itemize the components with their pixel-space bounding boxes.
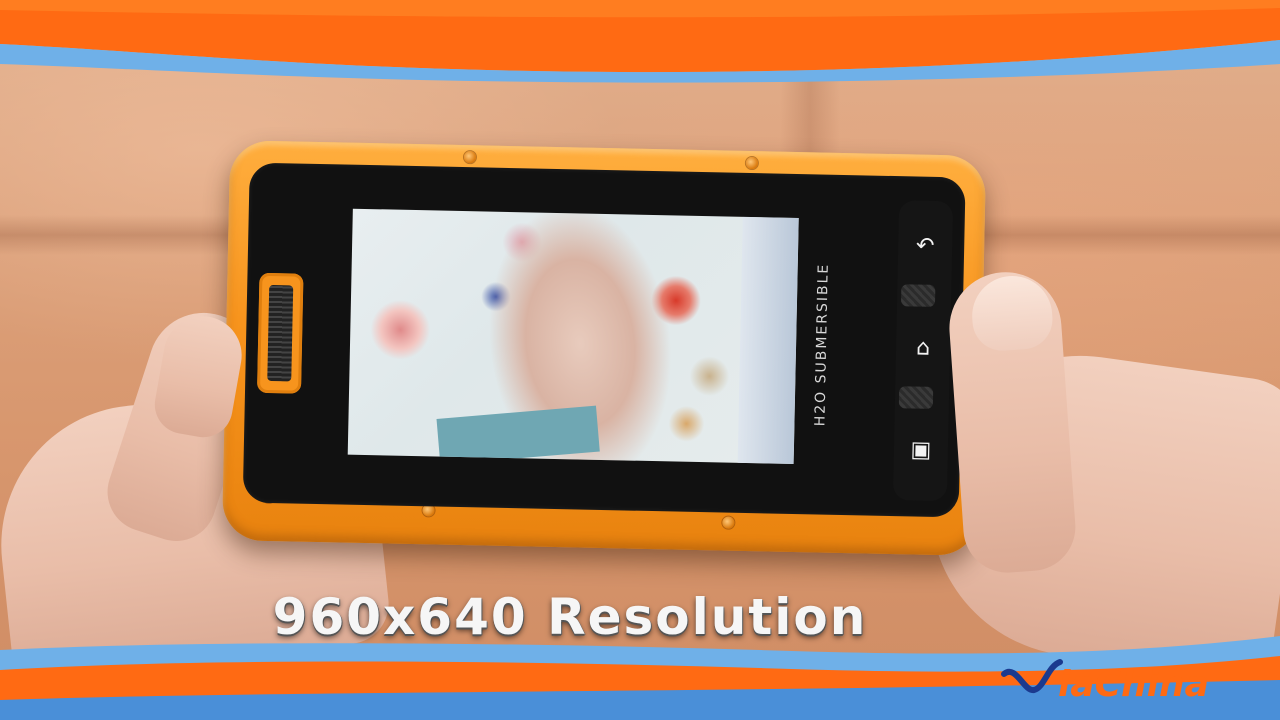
top-banner	[0, 0, 1280, 83]
svg-text:iaChina: iaChina	[1058, 664, 1209, 705]
phone-front-panel: H2O SUBMERSIBLE ↶ ⌂ ▣	[242, 162, 966, 518]
key-grip	[898, 386, 934, 409]
hardware-key-column: ↶ ⌂ ▣	[892, 200, 954, 502]
home-icon: ⌂	[915, 335, 931, 361]
screen-tile-edge	[737, 216, 799, 464]
rugged-phone: H2O SUBMERSIBLE ↶ ⌂ ▣	[221, 140, 987, 556]
speaker-grill	[267, 284, 294, 382]
resolution-caption: 960x640 Resolution	[272, 588, 868, 646]
home-button[interactable]: ⌂	[895, 312, 950, 383]
back-icon: ↶	[915, 233, 935, 259]
viachina-logo: iaChina	[1001, 659, 1209, 705]
submersible-label: H2O SUBMERSIBLE	[800, 234, 845, 455]
screen-flower	[369, 299, 431, 361]
phone-screen[interactable]	[347, 208, 799, 464]
earpiece-speaker	[256, 272, 304, 394]
menu-icon: ▣	[910, 436, 932, 463]
menu-button[interactable]: ▣	[893, 414, 948, 485]
key-grip	[900, 284, 936, 307]
video-frame: H2O SUBMERSIBLE ↶ ⌂ ▣ 960x640 Resolution…	[0, 0, 1280, 720]
screw	[722, 516, 735, 529]
screw	[745, 156, 759, 170]
back-button[interactable]: ↶	[897, 210, 952, 281]
screw	[463, 151, 477, 164]
submersible-label-text: H2O SUBMERSIBLE	[812, 262, 832, 427]
